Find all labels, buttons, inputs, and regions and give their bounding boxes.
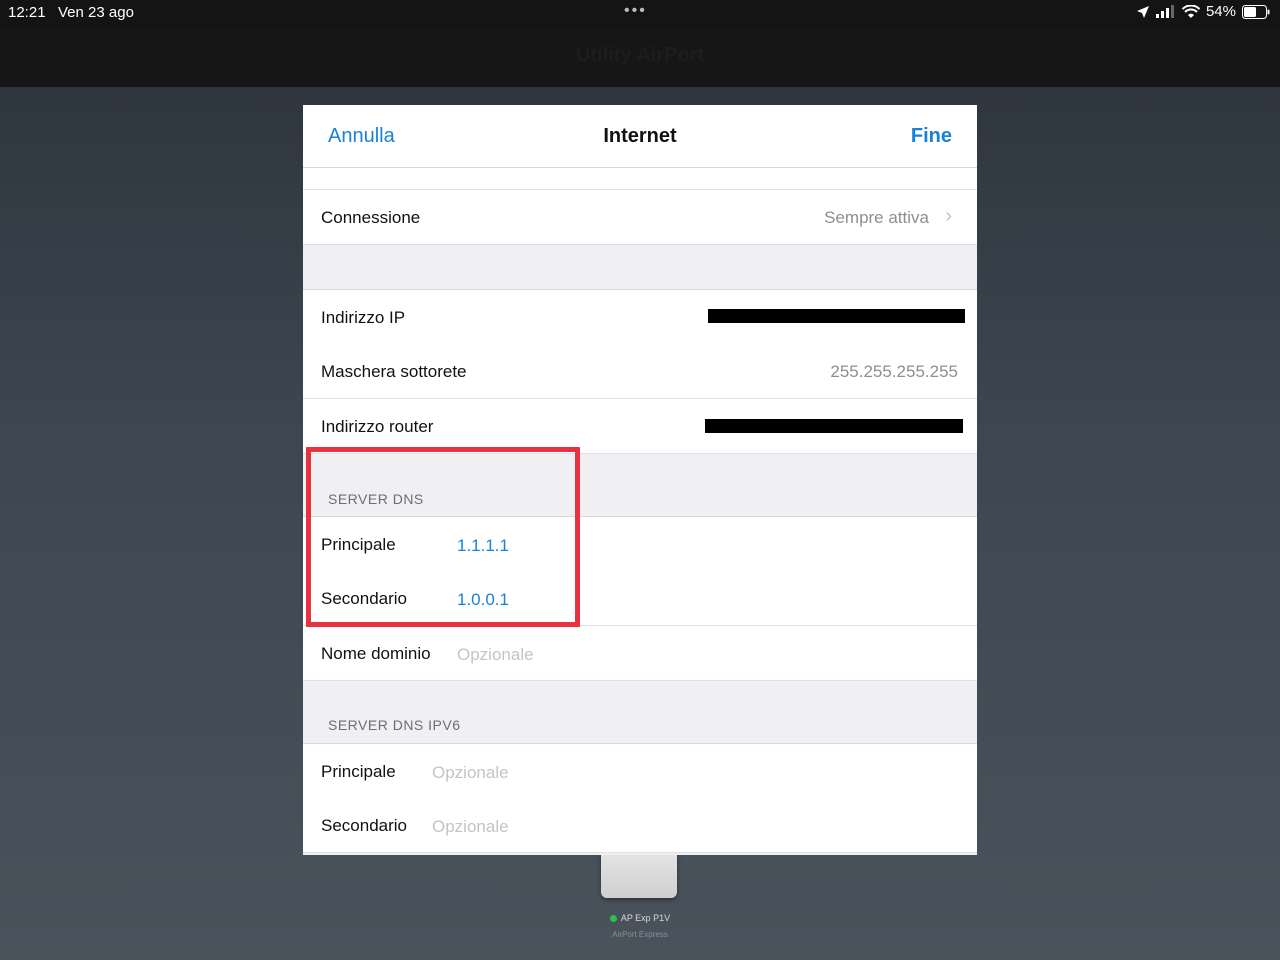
status-date: Ven 23 ago bbox=[58, 4, 134, 21]
device-model: AirPort Express bbox=[612, 930, 668, 939]
router-address-label: Indirizzo router bbox=[321, 417, 434, 436]
redacted-ip-value bbox=[708, 309, 965, 323]
dns-ipv6-primary-row[interactable]: Principale Opzionale bbox=[303, 743, 977, 799]
device-status-dot bbox=[609, 915, 617, 923]
ip-address-row[interactable]: Indirizzo IP bbox=[303, 289, 977, 345]
chevron-right-icon: › bbox=[945, 205, 952, 227]
connection-row[interactable]: Connessione Sempre attiva › bbox=[303, 190, 977, 245]
ip-address-label: Indirizzo IP bbox=[321, 308, 406, 327]
wifi-icon bbox=[1181, 4, 1200, 18]
cellular-signal-icon bbox=[1155, 4, 1174, 18]
dns-ipv6-secondary-row[interactable]: Secondario Opzionale bbox=[303, 798, 977, 853]
status-time: 12:21 bbox=[8, 4, 46, 21]
connection-value: Sempre attiva bbox=[824, 208, 929, 227]
dns-ipv6-section-header: SERVER DNS IPV6 bbox=[328, 717, 461, 733]
sheet-header: Annulla Internet Fine bbox=[303, 105, 977, 168]
dns-ipv6-secondary-label: Secondario bbox=[321, 816, 408, 835]
dns-highlight-box bbox=[306, 447, 580, 627]
multitasking-dots-icon[interactable]: ••• bbox=[624, 2, 647, 20]
subnet-mask-label: Maschera sottorete bbox=[321, 362, 467, 381]
app-navbar: Utility AirPort bbox=[0, 26, 1280, 87]
done-button[interactable]: Fine bbox=[911, 125, 952, 148]
app-title: Utility AirPort bbox=[575, 44, 705, 66]
domain-name-field[interactable]: Opzionale bbox=[457, 645, 534, 665]
domain-name-row[interactable]: Nome dominio Opzionale bbox=[303, 626, 977, 681]
dns-ipv6-primary-field[interactable]: Opzionale bbox=[432, 763, 509, 783]
battery-percent: 54% bbox=[1205, 3, 1236, 20]
subnet-mask-value: 255.255.255.255 bbox=[830, 362, 958, 381]
redacted-router-value bbox=[705, 419, 963, 433]
device-name[interactable]: AP Exp P1V bbox=[560, 913, 720, 923]
status-indicators: 54% bbox=[1136, 3, 1270, 20]
dns-ipv6-secondary-field[interactable]: Opzionale bbox=[432, 817, 509, 837]
status-bar: 12:21 Ven 23 ago ••• 54% bbox=[0, 0, 1280, 26]
sheet-title: Internet bbox=[603, 125, 677, 147]
dns-ipv6-primary-label: Principale bbox=[321, 762, 396, 781]
battery-icon bbox=[1242, 4, 1270, 19]
location-arrow-icon bbox=[1136, 5, 1149, 18]
domain-name-label: Nome dominio bbox=[321, 644, 431, 663]
subnet-mask-row[interactable]: Maschera sottorete 255.255.255.255 bbox=[303, 344, 977, 399]
connection-label: Connessione bbox=[321, 208, 421, 227]
router-address-row[interactable]: Indirizzo router bbox=[303, 399, 977, 454]
